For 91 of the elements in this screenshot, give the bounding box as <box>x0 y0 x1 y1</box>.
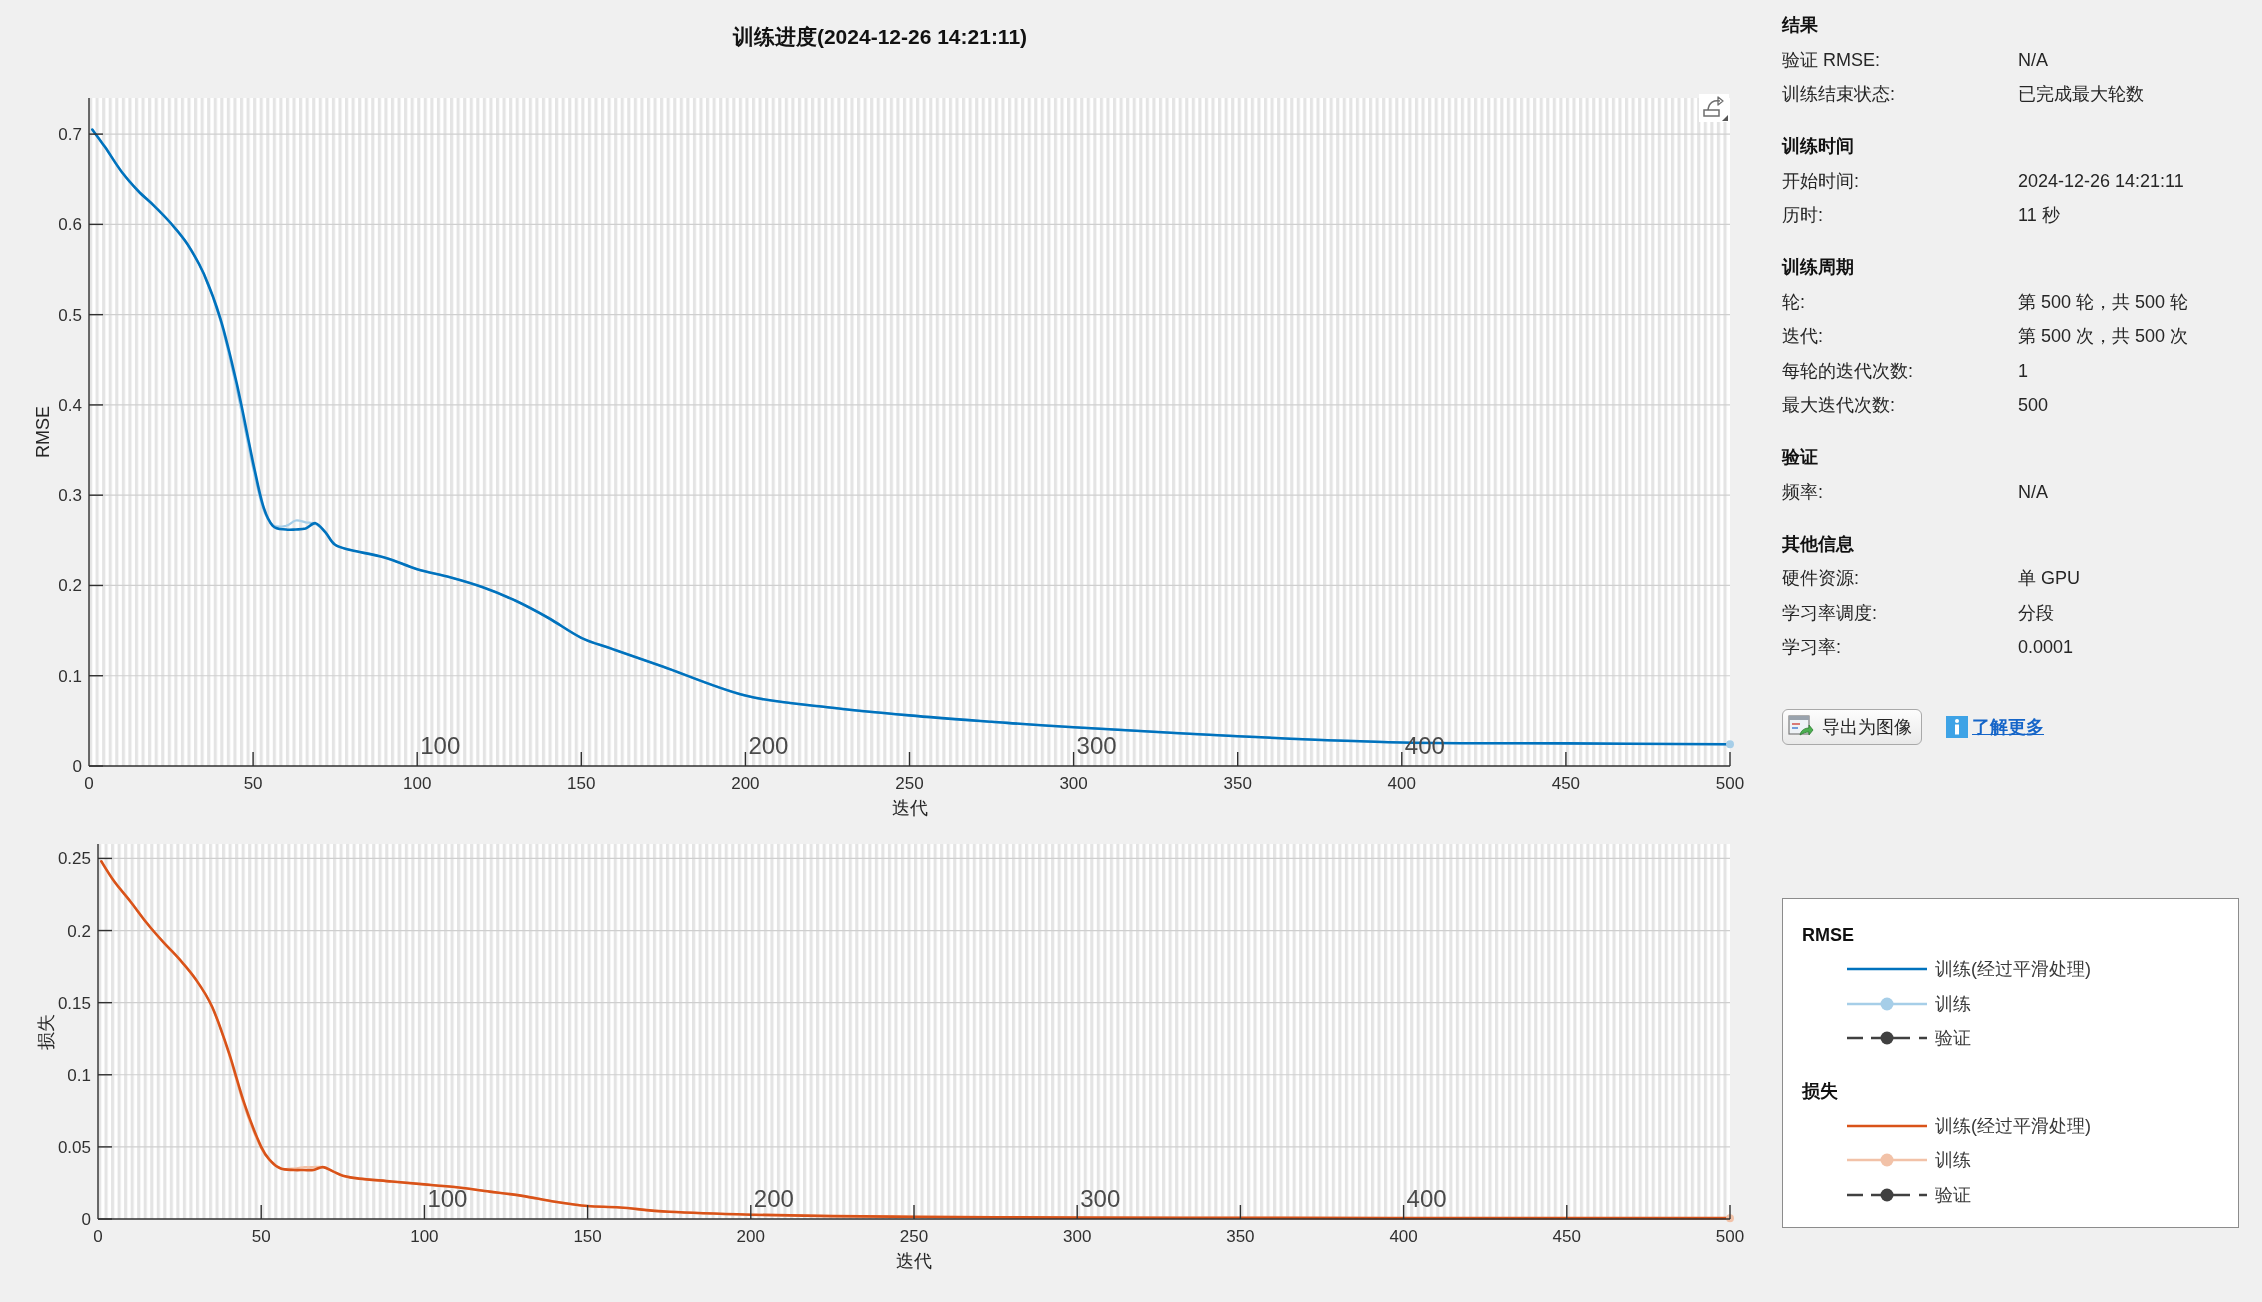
data-point <box>1726 1214 1734 1223</box>
image-export-icon <box>1788 714 1814 739</box>
axis-tick-label: 300 <box>1059 774 1088 793</box>
epoch-marker-label: 300 <box>1076 732 1117 759</box>
legend-label: 验证 <box>1935 1183 1971 1207</box>
info-label: 学习率调度: <box>1782 601 1877 625</box>
info-value: 0.0001 <box>2018 636 2074 659</box>
axis-tick-label: 200 <box>731 774 760 793</box>
axis-tick-label: 100 <box>403 774 432 793</box>
axis-tick-label: 150 <box>573 1227 602 1246</box>
epoch-marker-label: 100 <box>420 732 461 759</box>
axis-tick-label: 500 <box>1715 774 1745 793</box>
section-heading: 其他信息 <box>1782 532 1854 556</box>
axis-tick-label: 0.7 <box>58 125 82 145</box>
info-value: 已完成最大轮数 <box>2018 83 2144 106</box>
info-value: 单 GPU <box>2018 567 2080 590</box>
section-heading: 结果 <box>1782 14 1818 37</box>
data-point <box>1726 740 1734 749</box>
legend-label: 训练 <box>1935 992 1971 1016</box>
y-axis-label: 损失 <box>36 1013 56 1050</box>
legend-group-title: RMSE <box>1802 923 1854 947</box>
axis-tick-label: 0.15 <box>57 993 91 1013</box>
legend-group-title: 损失 <box>1802 1080 1838 1103</box>
info-label: 每轮的迭代次数: <box>1782 359 1913 383</box>
axis-tick-label: 0.5 <box>58 305 82 325</box>
info-value: 第 500 次，共 500 次 <box>2018 325 2189 348</box>
axis-tick-label: 500 <box>1715 1227 1745 1246</box>
info-value: 1 <box>2018 359 2028 383</box>
info-label: 历时: <box>1782 204 1823 227</box>
axis-tick-label: 300 <box>1063 1227 1092 1246</box>
info-value: 500 <box>2018 394 2049 417</box>
info-label: 学习率: <box>1782 636 1841 659</box>
axis-tick-label: 250 <box>899 1227 929 1246</box>
axis-tick-label: 0.05 <box>57 1137 91 1157</box>
axis-tick-label: 0.2 <box>67 921 91 941</box>
axis-tick-label: 0.2 <box>58 576 82 596</box>
axis-tick-label: 150 <box>567 774 596 793</box>
axis-tick-label: 450 <box>1551 774 1581 793</box>
epoch-marker-label: 200 <box>748 732 789 759</box>
info-value: 11 秒 <box>2018 204 2060 227</box>
info-label: 轮: <box>1782 290 1805 314</box>
axis-tick-label: 400 <box>1387 774 1416 793</box>
y-axis-label: RMSE <box>33 406 53 458</box>
axis-tick-label: 0.25 <box>57 849 91 869</box>
legend-label: 训练(经过平滑处理) <box>1935 958 2091 982</box>
axis-tick-label: 50 <box>251 1227 271 1246</box>
legend-label: 训练 <box>1935 1149 1971 1173</box>
export-icon[interactable] <box>1699 94 1729 122</box>
epoch-marker-label: 300 <box>1080 1185 1121 1212</box>
axis-tick-label: 0.3 <box>58 486 82 506</box>
axis-tick-label: 350 <box>1226 1227 1255 1246</box>
info-label: 频率: <box>1782 480 1823 504</box>
epoch-marker-label: 400 <box>1406 1185 1447 1212</box>
axis-tick-label: 0.1 <box>67 1065 91 1085</box>
axis-tick-label: 0.1 <box>58 666 82 686</box>
info-value: N/A <box>2018 48 2048 72</box>
section-heading: 训练周期 <box>1782 256 1854 279</box>
axis-tick-label: 0 <box>81 1210 91 1229</box>
info-label: 迭代: <box>1782 325 1823 348</box>
epoch-marker-label: 100 <box>427 1185 468 1212</box>
info-label: 硬件资源: <box>1782 567 1859 590</box>
axis-tick-label: 0.6 <box>58 215 82 235</box>
info-label: 开始时间: <box>1782 169 1859 193</box>
export-image-button[interactable]: 导出为图像 <box>1782 708 1922 745</box>
info-label: 最大迭代次数: <box>1782 394 1895 417</box>
x-axis-label: 迭代 <box>896 1251 932 1271</box>
section-heading: 验证 <box>1782 446 1818 469</box>
info-label: 训练结束状态: <box>1782 83 1895 106</box>
axis-tick-label: 0.4 <box>58 395 82 415</box>
info-label: 验证 RMSE: <box>1782 48 1880 72</box>
axis-tick-label: 350 <box>1223 774 1252 793</box>
axis-tick-label: 0 <box>72 757 82 776</box>
epoch-marker-label: 200 <box>753 1185 794 1212</box>
axis-tick-label: 250 <box>895 774 924 793</box>
axis-tick-label: 50 <box>243 774 263 793</box>
axis-tick-label: 0 <box>84 774 94 793</box>
axis-tick-label: 0 <box>93 1227 103 1246</box>
info-value: 分段 <box>2018 601 2054 625</box>
section-heading: 训练时间 <box>1782 135 1854 158</box>
info-value: N/A <box>2018 480 2048 504</box>
axis-tick-label: 400 <box>1389 1227 1418 1246</box>
legend-label: 验证 <box>1935 1027 1971 1051</box>
figure-title: 训练进度(2024-12-26 14:21:11) <box>732 24 1028 50</box>
axis-tick-label: 100 <box>410 1227 439 1246</box>
axis-tick-label: 450 <box>1552 1227 1581 1246</box>
info-value: 2024-12-26 14:21:11 <box>2018 169 2184 193</box>
legend-label: 训练(经过平滑处理) <box>1935 1114 2091 1138</box>
x-axis-label: 迭代 <box>891 798 928 818</box>
axis-tick-label: 200 <box>736 1227 765 1246</box>
info-value: 第 500 轮，共 500 轮 <box>2018 290 2189 314</box>
info-icon <box>1946 715 1968 738</box>
